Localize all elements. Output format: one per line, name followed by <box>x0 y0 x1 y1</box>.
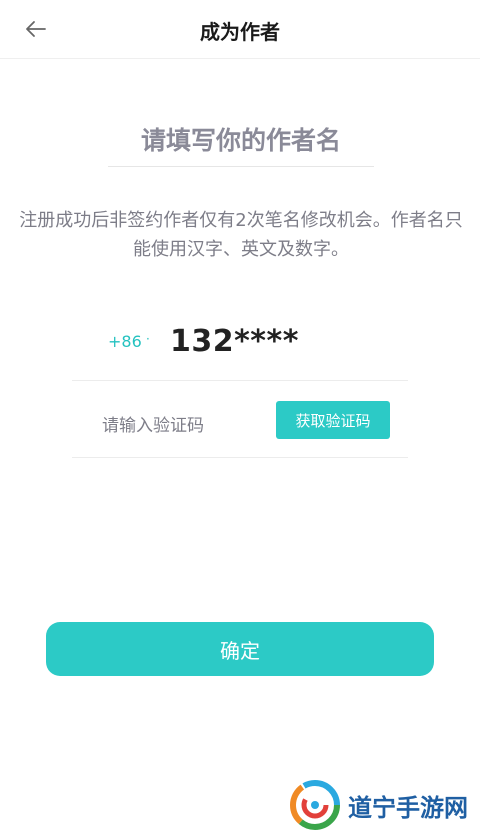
verification-code-row: 获取验证码 <box>72 381 408 458</box>
author-name-input[interactable] <box>108 118 374 162</box>
get-code-button[interactable]: 获取验证码 <box>276 401 390 439</box>
confirm-button[interactable]: 确定 <box>46 622 434 676</box>
verification-code-input[interactable] <box>102 411 272 441</box>
phone-row: +86 · 132**** <box>72 318 408 381</box>
author-name-field <box>108 118 374 167</box>
phone-number: 132**** <box>170 324 299 359</box>
watermark-logo-icon <box>290 780 340 830</box>
page-title: 成为作者 <box>200 20 280 44</box>
country-code-selector[interactable]: +86 <box>108 332 142 351</box>
watermark: 道宁手游网 <box>290 780 468 830</box>
country-code-caret-icon[interactable]: · <box>146 332 150 346</box>
rename-notice: 注册成功后非签约作者仅有2次笔名修改机会。作者名只能使用汉字、英文及数字。 <box>19 210 463 260</box>
top-bar: 成为作者 <box>0 0 480 59</box>
watermark-text: 道宁手游网 <box>348 793 468 822</box>
